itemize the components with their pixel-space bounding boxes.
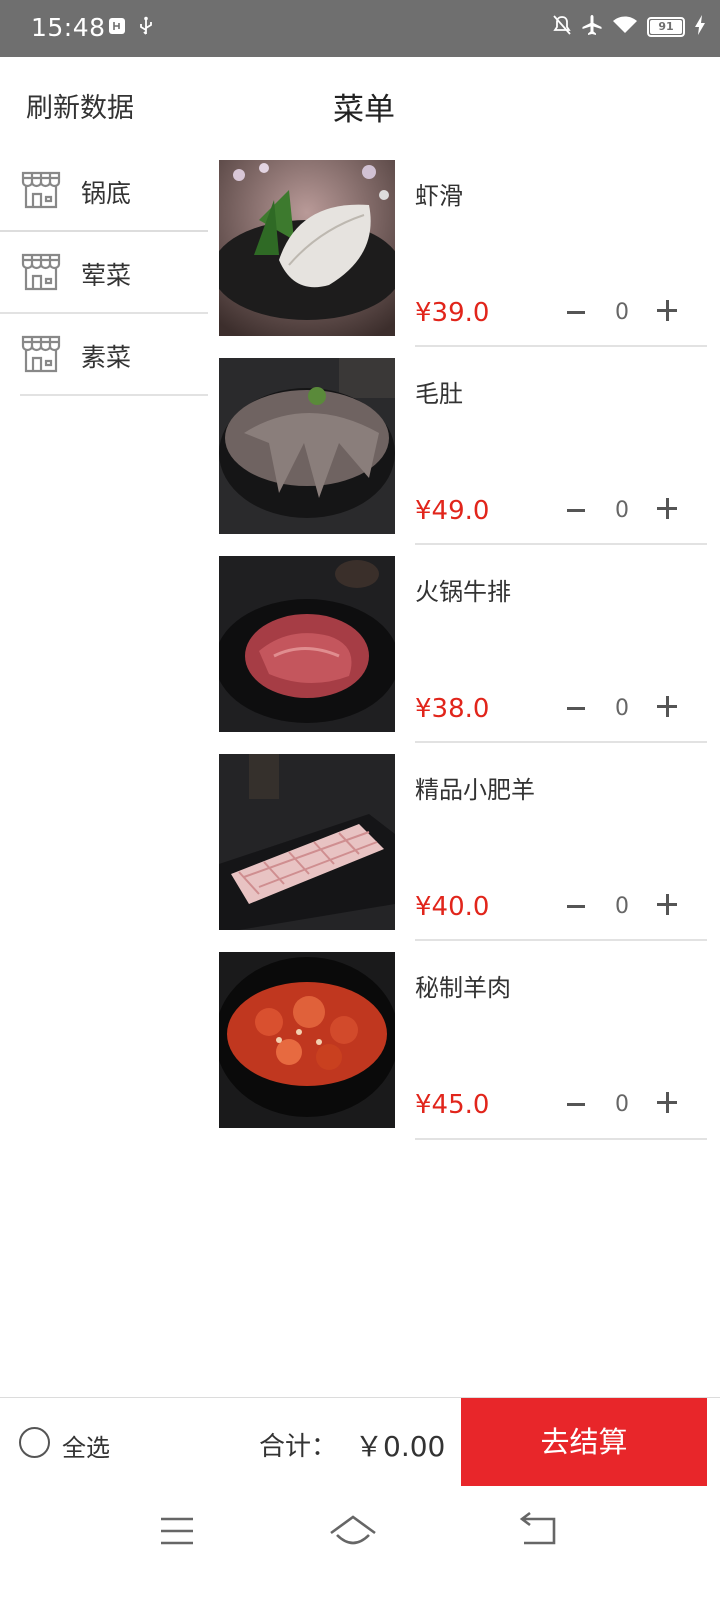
select-all-label: 全选: [62, 1434, 110, 1462]
home-icon[interactable]: [323, 1511, 383, 1551]
airplane-icon: [581, 14, 603, 40]
sidebar-item-label: 荤菜: [81, 261, 132, 290]
increase-quantity-button[interactable]: [653, 884, 681, 924]
decrease-quantity-button[interactable]: [565, 292, 589, 332]
status-bar: 15:48 91: [0, 0, 720, 57]
lamb-roll-image: [219, 754, 395, 930]
page-title: 菜单: [333, 92, 395, 128]
increase-quantity-button[interactable]: [653, 1082, 681, 1122]
product-price: ¥38.0: [415, 694, 490, 724]
total-value: ￥0.00: [355, 1430, 446, 1463]
category-sidebar: 锅底 荤菜 素菜: [0, 150, 208, 396]
product-name: 毛肚: [415, 380, 463, 408]
product-name: 虾滑: [415, 182, 463, 210]
status-time: 15:48: [31, 13, 106, 42]
sidebar-item-sucai[interactable]: 素菜: [20, 314, 208, 396]
select-all-checkbox[interactable]: [19, 1427, 50, 1458]
divider: [415, 1138, 707, 1140]
sidebar-item-label: 锅底: [81, 179, 132, 208]
wifi-icon: [612, 15, 638, 39]
divider: [415, 543, 707, 545]
tripe-image: [219, 358, 395, 534]
menu-icon[interactable]: [147, 1511, 207, 1551]
list-item: 精品小肥羊 ¥40.0 0: [219, 754, 707, 952]
sidebar-item-guodi[interactable]: 锅底: [0, 150, 208, 232]
decrease-quantity-button[interactable]: [565, 886, 589, 926]
product-price: ¥45.0: [415, 1090, 490, 1120]
marinated-lamb-image: [219, 952, 395, 1128]
increase-quantity-button[interactable]: [653, 290, 681, 330]
product-name: 精品小肥羊: [415, 776, 535, 804]
sidebar-item-huncai[interactable]: 荤菜: [0, 232, 208, 314]
product-price: ¥40.0: [415, 892, 490, 922]
product-name: 火锅牛排: [415, 578, 511, 606]
decrease-quantity-button[interactable]: [565, 1084, 589, 1124]
battery-level: 91: [658, 20, 674, 33]
increase-quantity-button[interactable]: [653, 488, 681, 528]
product-price: ¥39.0: [415, 298, 490, 328]
quantity-value: 0: [615, 300, 629, 325]
sidebar-item-label: 素菜: [81, 343, 132, 372]
product-price: ¥49.0: [415, 496, 490, 526]
store-icon: [20, 252, 62, 292]
quantity-value: 0: [615, 1092, 629, 1117]
increase-quantity-button[interactable]: [653, 686, 681, 726]
usb-icon: [138, 16, 154, 40]
divider: [415, 345, 707, 347]
battery-icon: 91: [647, 17, 685, 37]
list-item: 虾滑 ¥39.0 0: [219, 160, 707, 358]
charging-icon: [694, 14, 706, 40]
list-item: 秘制羊肉 ¥45.0 0: [219, 952, 707, 1150]
hotpot-steak-image: [219, 556, 395, 732]
usb-debug-icon: [108, 17, 126, 39]
product-list: 虾滑 ¥39.0 0 毛肚 ¥49.0 0 火锅牛排 ¥38.0 0 精品小肥羊…: [219, 160, 707, 1150]
store-icon: [20, 170, 62, 210]
divider: [415, 741, 707, 743]
back-icon[interactable]: [508, 1511, 568, 1551]
total-label: 合计：: [259, 1432, 338, 1462]
mute-icon: [552, 14, 572, 40]
checkout-button[interactable]: 去结算: [461, 1398, 707, 1486]
divider: [415, 939, 707, 941]
system-nav-bar: [0, 1487, 720, 1600]
product-name: 秘制羊肉: [415, 974, 511, 1002]
decrease-quantity-button[interactable]: [565, 688, 589, 728]
store-icon: [20, 334, 62, 374]
quantity-value: 0: [615, 696, 629, 721]
list-item: 毛肚 ¥49.0 0: [219, 358, 707, 556]
cart-bottom-bar: 全选 合计： ￥0.00 去结算: [0, 1397, 720, 1488]
quantity-value: 0: [615, 498, 629, 523]
shrimp-paste-image: [219, 160, 395, 336]
quantity-value: 0: [615, 894, 629, 919]
decrease-quantity-button[interactable]: [565, 490, 589, 530]
list-item: 火锅牛排 ¥38.0 0: [219, 556, 707, 754]
